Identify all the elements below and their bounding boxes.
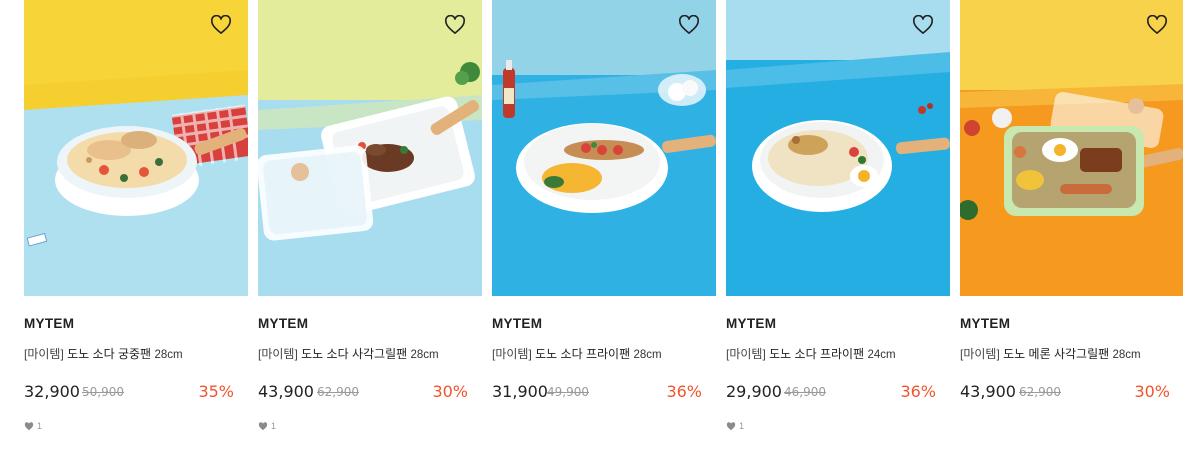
original-price: 62,900 (317, 385, 359, 399)
product-size: 28cm (410, 349, 439, 361)
wishlist-button[interactable] (208, 12, 234, 38)
heart-filled-icon (24, 421, 34, 430)
product-size: 28cm (154, 349, 183, 361)
product-card[interactable]: MYTEM [마이템] 도노 소다 사각그릴팬 28cm 43,900 62,9… (258, 0, 482, 431)
product-name: 도노 소다 프라이팬 (769, 347, 865, 361)
product-title[interactable]: [마이템] 도노 소다 궁중팬 28cm (24, 345, 183, 362)
brand-bracket: [마이템] (258, 347, 298, 361)
wishlist-button[interactable] (442, 12, 468, 38)
product-image[interactable] (492, 0, 716, 296)
discount-rate: 35% (198, 382, 234, 401)
wishlist-button[interactable] (1144, 12, 1170, 38)
original-price: 50,900 (82, 385, 124, 399)
heart-filled-icon (258, 421, 268, 430)
product-title[interactable]: [마이템] 도노 소다 사각그릴팬 28cm (258, 345, 439, 362)
original-price: 49,900 (547, 385, 589, 399)
sale-price: 43,900 (258, 382, 314, 401)
discount-rate: 30% (1134, 382, 1170, 401)
discount-rate: 36% (666, 382, 702, 401)
sale-price: 29,900 (726, 382, 782, 401)
product-size: 28cm (633, 349, 662, 361)
heart-outline-icon (912, 15, 934, 34)
product-card[interactable]: MYTEM [마이템] 도노 소다 궁중팬 28cm 32,900 50,900… (24, 0, 248, 431)
product-title[interactable]: [마이템] 도노 소다 프라이팬 28cm (492, 345, 662, 362)
product-name: 도노 소다 프라이팬 (535, 347, 631, 361)
product-size: 24cm (867, 349, 896, 361)
product-image[interactable] (24, 0, 248, 296)
heart-outline-icon (1146, 15, 1168, 34)
product-image[interactable] (726, 0, 950, 296)
like-count: 1 (258, 421, 276, 431)
discount-rate: 30% (432, 382, 468, 401)
like-count: 1 (24, 421, 42, 431)
brand-bracket: [마이템] (726, 347, 766, 361)
like-count-value: 1 (271, 421, 277, 431)
product-card[interactable]: MYTEM [마이템] 도노 소다 프라이팬 24cm 29,900 46,90… (726, 0, 950, 431)
product-photo (960, 0, 1183, 296)
product-photo (258, 0, 482, 296)
wishlist-button[interactable] (676, 12, 702, 38)
product-image[interactable] (258, 0, 482, 296)
brand-name: MYTEM (258, 316, 309, 331)
product-name: 도노 소다 사각그릴팬 (301, 347, 408, 361)
product-title[interactable]: [마이템] 도노 메론 사각그릴팬 28cm (960, 345, 1141, 362)
product-photo (24, 0, 248, 296)
like-count-value: 1 (37, 421, 43, 431)
brand-name: MYTEM (24, 316, 75, 331)
product-image[interactable] (960, 0, 1183, 296)
brand-name: MYTEM (726, 316, 777, 331)
heart-outline-icon (678, 15, 700, 34)
product-size: 28cm (1112, 349, 1141, 361)
product-name: 도노 소다 궁중팬 (67, 347, 152, 361)
like-count: 1 (726, 421, 744, 431)
original-price: 62,900 (1019, 385, 1061, 399)
sale-price: 32,900 (24, 382, 80, 401)
brand-bracket: [마이템] (960, 347, 1000, 361)
product-card[interactable]: MYTEM [마이템] 도노 메론 사각그릴팬 28cm 43,900 62,9… (960, 0, 1183, 401)
discount-rate: 36% (900, 382, 936, 401)
sale-price: 31,900 (492, 382, 548, 401)
product-photo (492, 0, 716, 296)
original-price: 46,900 (784, 385, 826, 399)
heart-outline-icon (444, 15, 466, 34)
wishlist-button[interactable] (910, 12, 936, 38)
product-title[interactable]: [마이템] 도노 소다 프라이팬 24cm (726, 345, 896, 362)
brand-name: MYTEM (960, 316, 1011, 331)
heart-outline-icon (210, 15, 232, 34)
sale-price: 43,900 (960, 382, 1016, 401)
product-photo (726, 0, 950, 296)
like-count-value: 1 (739, 421, 745, 431)
brand-name: MYTEM (492, 316, 543, 331)
brand-bracket: [마이템] (492, 347, 532, 361)
heart-filled-icon (726, 421, 736, 430)
brand-bracket: [마이템] (24, 347, 64, 361)
product-card[interactable]: MYTEM [마이템] 도노 소다 프라이팬 28cm 31,900 49,90… (492, 0, 716, 401)
product-name: 도노 메론 사각그릴팬 (1003, 347, 1110, 361)
